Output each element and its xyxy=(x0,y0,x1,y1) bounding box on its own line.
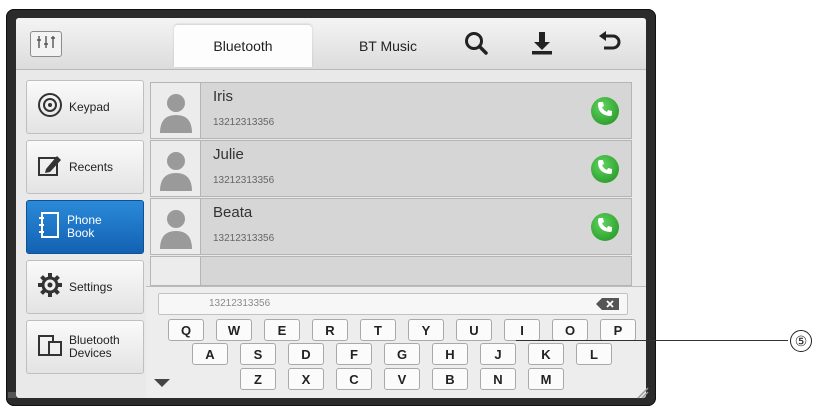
avatar xyxy=(151,257,201,285)
call-button[interactable] xyxy=(591,155,619,183)
key-n[interactable]: N xyxy=(480,368,516,390)
phone-icon xyxy=(597,101,613,122)
on-screen-keyboard: 13212313356 QWERTYUIOP ASDFGHJKL ZXCVBNM xyxy=(146,286,646,398)
key-s[interactable]: S xyxy=(240,343,276,365)
equalizer-icon xyxy=(35,34,57,55)
call-button[interactable] xyxy=(591,213,619,241)
contact-number: 13212313356 xyxy=(213,175,275,186)
key-c[interactable]: C xyxy=(336,368,372,390)
key-h[interactable]: H xyxy=(432,343,468,365)
phone-icon xyxy=(597,217,613,238)
sidebar-item-recents[interactable]: Recents xyxy=(26,140,144,194)
corner-mark xyxy=(8,392,16,398)
callout-line xyxy=(516,340,788,341)
key-w[interactable]: W xyxy=(216,319,252,341)
key-f[interactable]: F xyxy=(336,343,372,365)
contact-list: Iris 13212313356 Julie 13212313356 Beata… xyxy=(150,82,632,292)
sidebar-item-label: Recents xyxy=(69,159,114,174)
tab-bt-music[interactable]: BT Music xyxy=(319,25,457,67)
sidebar-item-keypad[interactable]: Keypad xyxy=(26,80,144,134)
sidebar-item-label: Phone Book xyxy=(67,213,102,240)
list-item[interactable]: Beata 13212313356 xyxy=(150,198,632,255)
key-p[interactable]: P xyxy=(600,319,636,341)
key-y[interactable]: Y xyxy=(408,319,444,341)
sidebar-item-bluetooth-devices[interactable]: Bluetooth Devices xyxy=(26,320,144,374)
avatar xyxy=(151,83,201,138)
key-b[interactable]: B xyxy=(432,368,468,390)
contact-number: 13212313356 xyxy=(213,117,275,128)
back-button[interactable] xyxy=(594,30,624,60)
head-unit-screen: Bluetooth BT Music Keypad Recents Phone … xyxy=(16,18,646,398)
key-j[interactable]: J xyxy=(480,343,516,365)
back-icon xyxy=(596,30,622,61)
key-k[interactable]: K xyxy=(528,343,564,365)
phonebook-icon xyxy=(37,211,61,244)
key-x[interactable]: X xyxy=(288,368,324,390)
sidebar-item-label: Settings xyxy=(69,279,113,294)
recents-icon xyxy=(37,152,63,183)
download-icon xyxy=(529,30,555,61)
key-o[interactable]: O xyxy=(552,319,588,341)
contact-name: Beata xyxy=(213,204,253,221)
resize-icon xyxy=(636,386,650,405)
key-u[interactable]: U xyxy=(456,319,492,341)
tab-bluetooth[interactable]: Bluetooth xyxy=(174,25,312,67)
key-e[interactable]: E xyxy=(264,319,300,341)
keypad-icon xyxy=(37,92,63,123)
devices-icon xyxy=(37,332,63,363)
phone-icon xyxy=(597,159,613,180)
top-bar: Bluetooth BT Music xyxy=(16,18,646,70)
sidebar-item-label: Bluetooth Devices xyxy=(69,333,120,360)
equalizer-button[interactable] xyxy=(30,31,62,57)
key-z[interactable]: Z xyxy=(240,368,276,390)
key-q[interactable]: Q xyxy=(168,319,204,341)
contact-name: Iris xyxy=(213,88,233,105)
person-icon xyxy=(158,147,194,196)
gear-icon xyxy=(37,272,63,303)
search-input-value: 13212313356 xyxy=(209,298,271,309)
avatar xyxy=(151,199,201,254)
contact-name: Julie xyxy=(213,146,244,163)
hide-keyboard-icon[interactable] xyxy=(154,379,170,387)
sidebar-item-label: Keypad xyxy=(69,99,110,114)
backspace-button[interactable] xyxy=(595,297,621,319)
person-icon xyxy=(158,205,194,254)
callout-label: ⑤ xyxy=(790,330,812,352)
key-v[interactable]: V xyxy=(384,368,420,390)
sidebar-item-settings[interactable]: Settings xyxy=(26,260,144,314)
avatar xyxy=(151,141,201,196)
key-m[interactable]: M xyxy=(528,368,564,390)
key-g[interactable]: G xyxy=(384,343,420,365)
search-icon xyxy=(463,30,489,61)
list-item[interactable]: Iris 13212313356 xyxy=(150,82,632,139)
call-button[interactable] xyxy=(591,97,619,125)
key-i[interactable]: I xyxy=(504,319,540,341)
list-item[interactable]: Julie 13212313356 xyxy=(150,140,632,197)
search-input[interactable]: 13212313356 xyxy=(158,293,628,315)
sidebar-item-phone-book[interactable]: Phone Book xyxy=(26,200,144,254)
list-item[interactable] xyxy=(150,256,632,286)
key-a[interactable]: A xyxy=(192,343,228,365)
contact-number: 13212313356 xyxy=(213,233,275,244)
person-icon xyxy=(158,89,194,138)
key-t[interactable]: T xyxy=(360,319,396,341)
backspace-icon xyxy=(595,298,621,314)
key-r[interactable]: R xyxy=(312,319,348,341)
search-button[interactable] xyxy=(461,30,491,60)
tab-bt-music-label: BT Music xyxy=(358,38,418,54)
tab-bluetooth-label: Bluetooth xyxy=(213,38,273,54)
download-button[interactable] xyxy=(527,30,557,60)
key-l[interactable]: L xyxy=(576,343,612,365)
key-d[interactable]: D xyxy=(288,343,324,365)
